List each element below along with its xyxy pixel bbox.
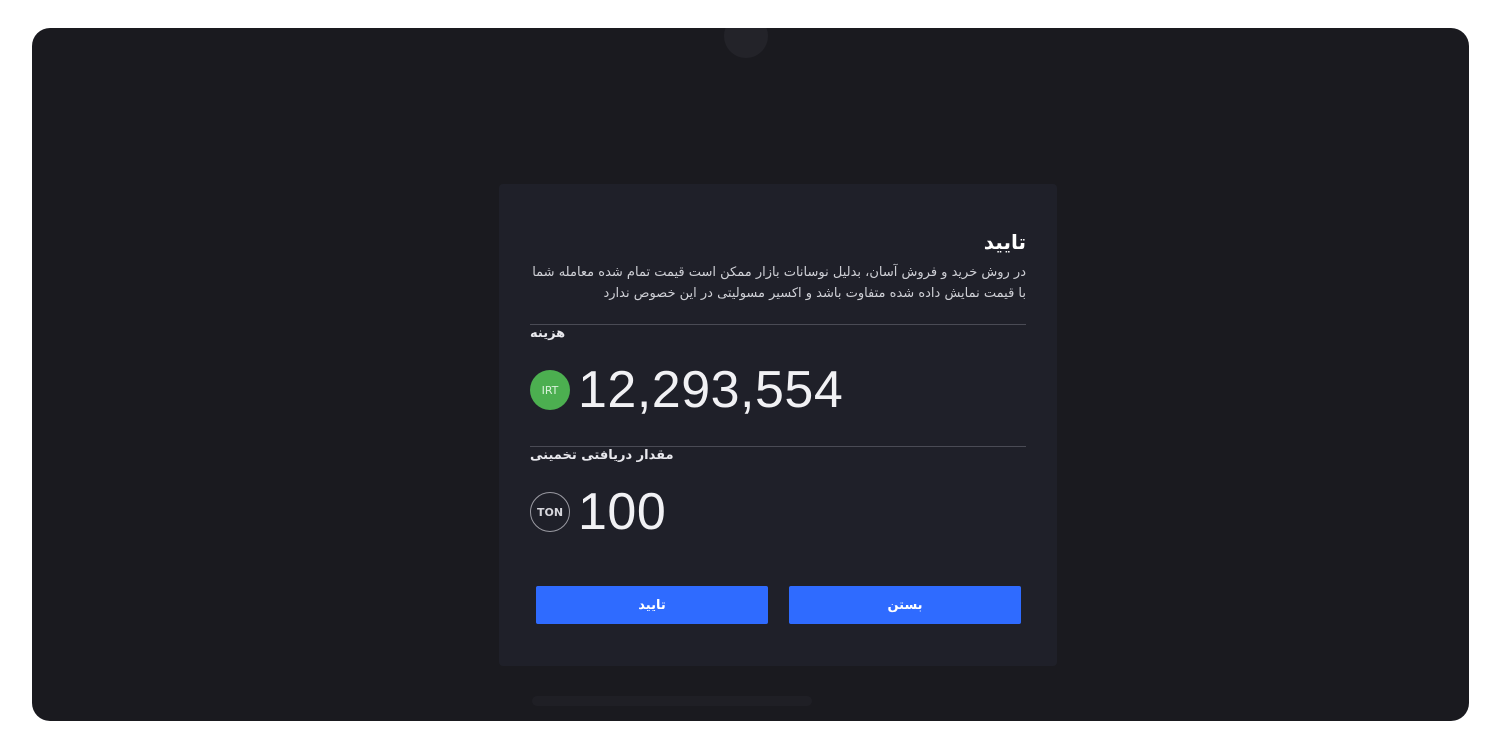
receive-row: TON 100 <box>530 482 666 542</box>
modal-description: در روش خرید و فروش آسان، بدلیل نوسانات ب… <box>532 265 1026 301</box>
cost-row: IRT 12,293,554 <box>530 360 843 420</box>
page-overlay[interactable]: تایید در روش خرید و فروش آسان، بدلیل نوس… <box>32 28 1469 721</box>
cost-amount: 12,293,554 <box>578 361 844 419</box>
receive-label: مقدار دریافتی تخمینی <box>530 448 674 463</box>
cost-label: هزینه <box>530 326 566 341</box>
irt-currency-icon: IRT <box>530 370 570 410</box>
confirm-button[interactable]: تایید <box>536 586 768 624</box>
confirm-modal: تایید در روش خرید و فروش آسان، بدلیل نوس… <box>499 184 1057 666</box>
background-element <box>532 696 812 706</box>
divider <box>530 324 1026 325</box>
divider <box>530 446 1026 447</box>
modal-title: تایید <box>983 230 1026 254</box>
close-button[interactable]: بستن <box>789 586 1021 624</box>
background-logo <box>724 28 768 58</box>
receive-amount: 100 <box>578 483 667 541</box>
ton-currency-icon: TON <box>530 492 570 532</box>
